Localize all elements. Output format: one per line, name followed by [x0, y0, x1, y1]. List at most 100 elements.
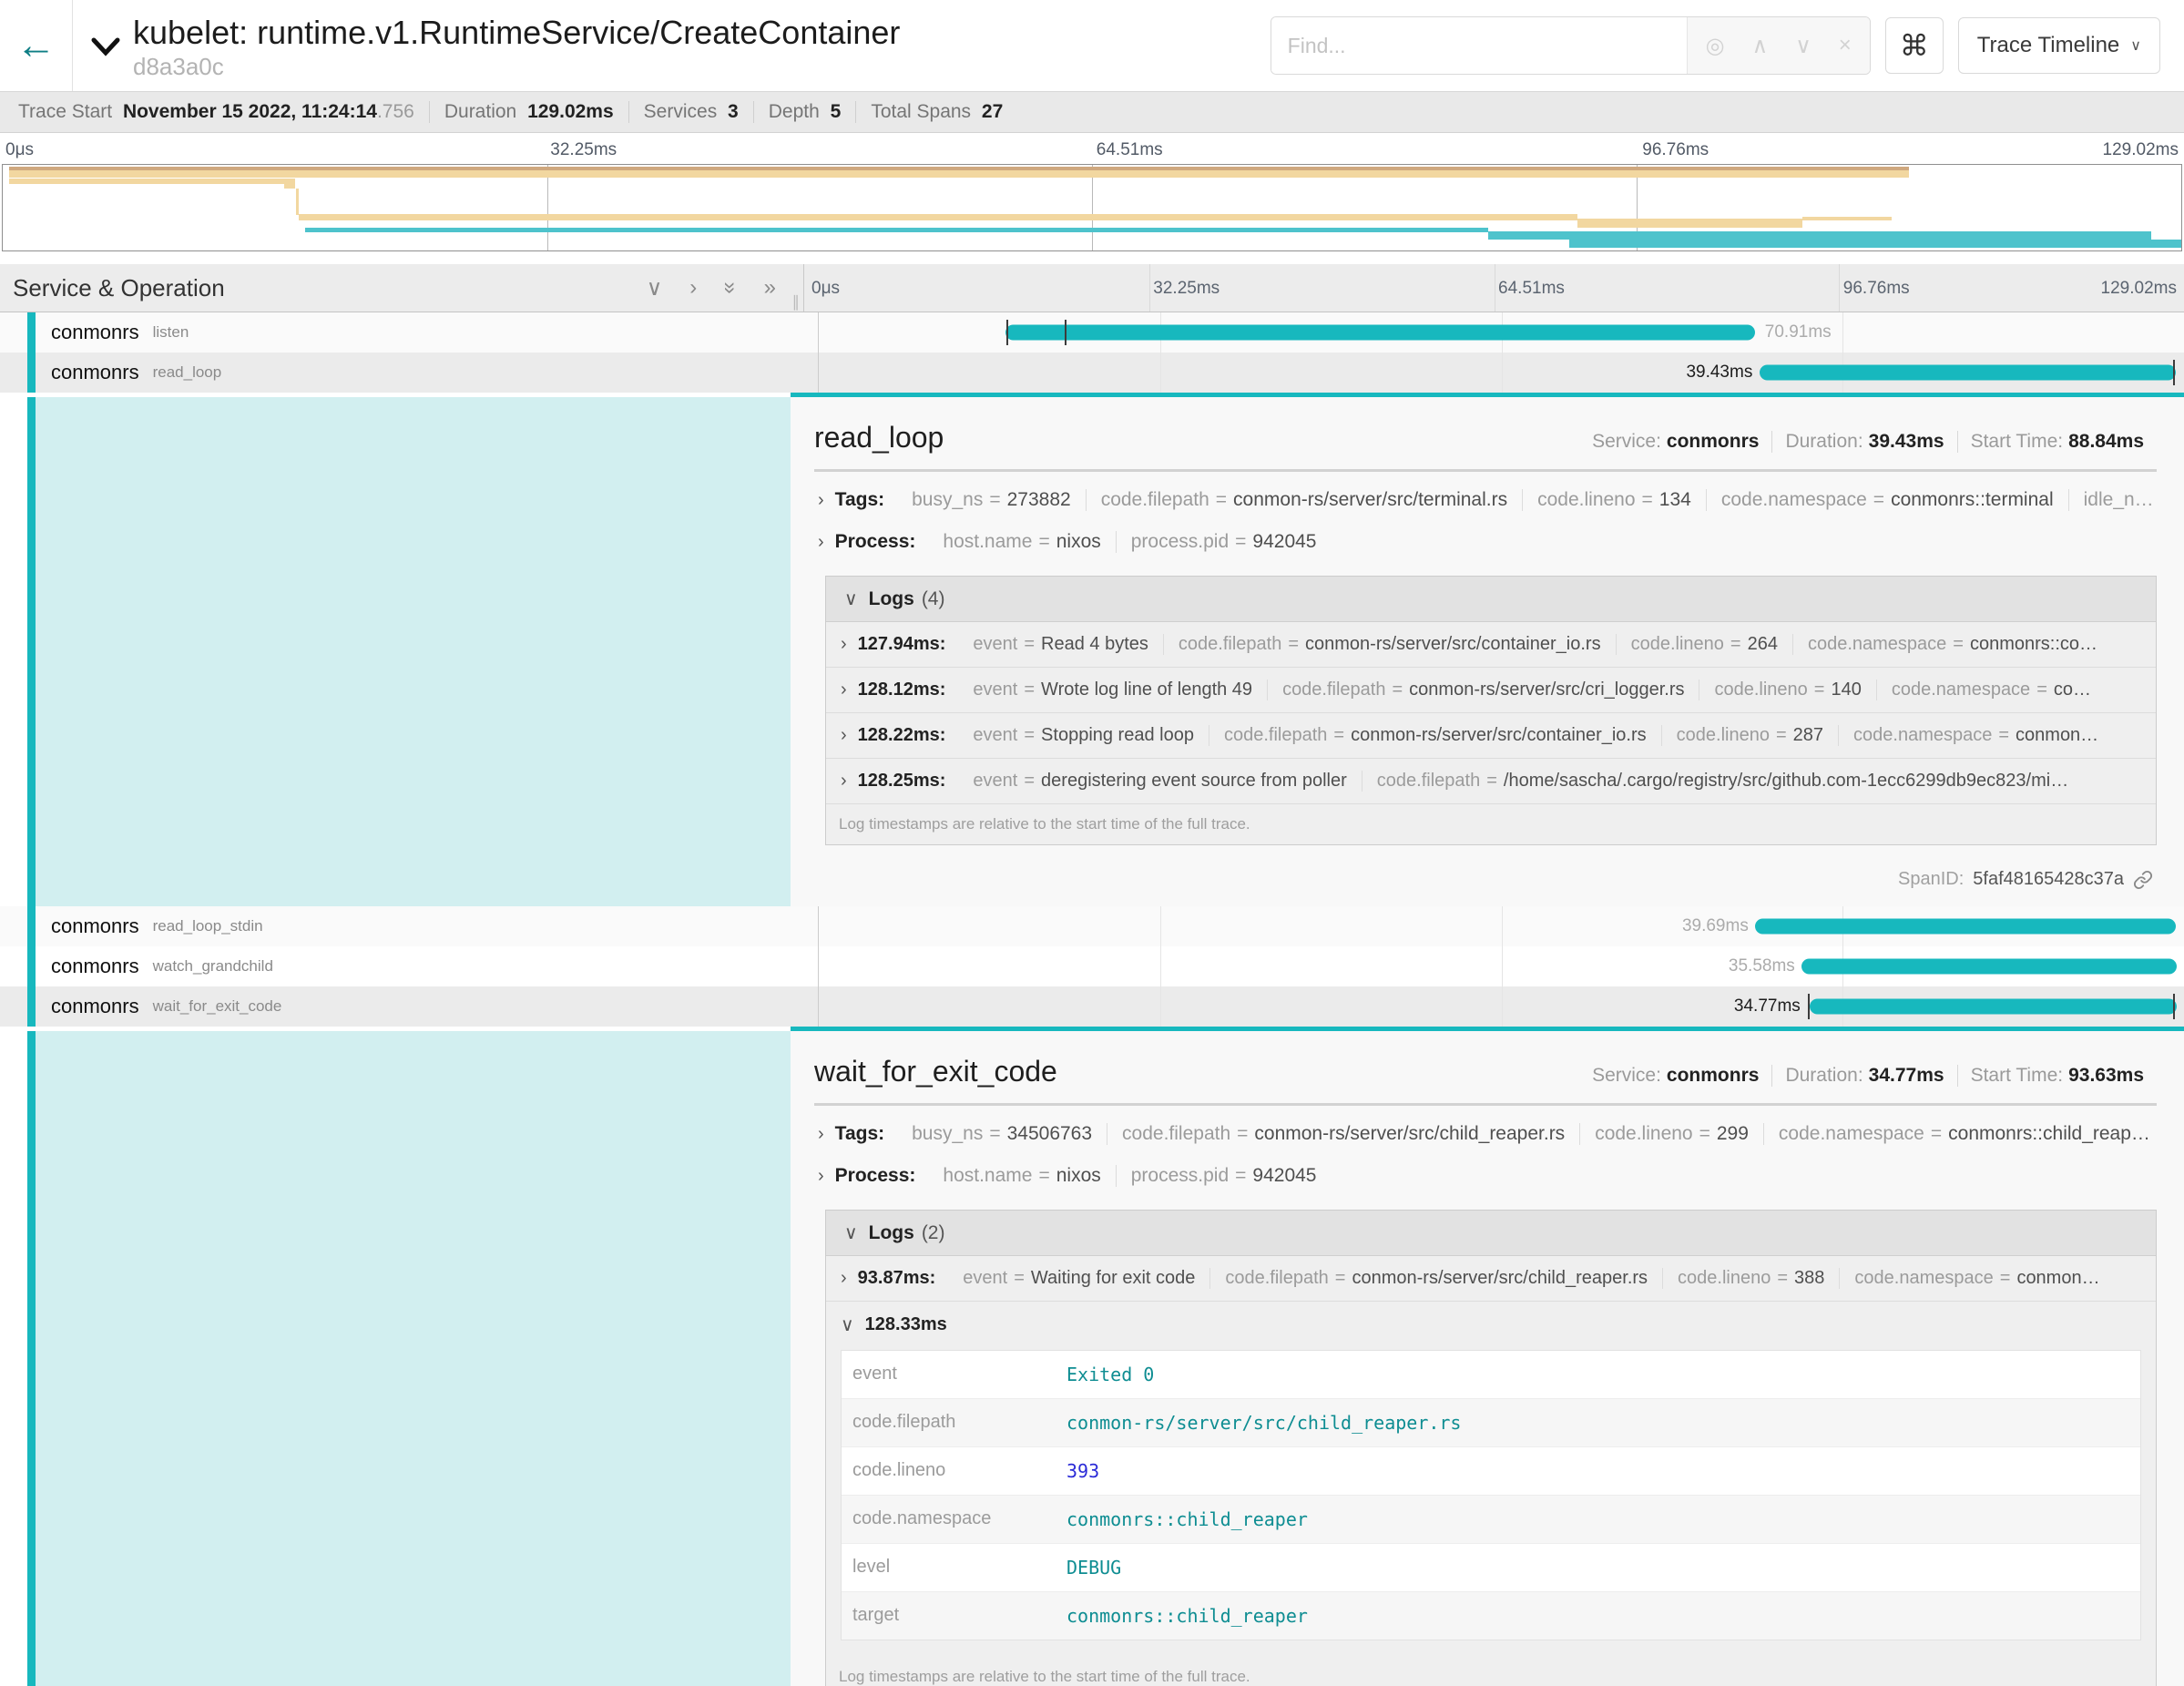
- start-time-value: 88.84ms: [2068, 431, 2144, 452]
- expand-one-icon[interactable]: ∨: [647, 275, 663, 301]
- equals: =: [1288, 634, 1299, 654]
- log-entry[interactable]: › 93.87ms: event=Waiting for exit code c…: [826, 1256, 2156, 1302]
- equals: =: [1333, 725, 1344, 745]
- equals: =: [1953, 634, 1964, 654]
- collapse-title-icon[interactable]: [91, 36, 120, 61]
- log-timestamp: 128.22ms:: [858, 725, 946, 746]
- tags-list: busy_ns=34506763 code.filepath=conmon-rs…: [897, 1123, 2157, 1145]
- tags-accordion[interactable]: › Tags: busy_ns=34506763 code.filepath=c…: [814, 1113, 2157, 1155]
- process-accordion[interactable]: › Process: host.name=nixos process.pid=9…: [814, 521, 2157, 563]
- minimap-span-bar: [1577, 219, 1801, 228]
- span-bar[interactable]: [1005, 325, 1755, 341]
- log-timestamp: 128.33ms: [865, 1314, 947, 1335]
- view-selector-label: Trace Timeline: [1977, 33, 2120, 58]
- log-entry[interactable]: › 128.12ms: event=Wrote log line of leng…: [826, 668, 2156, 713]
- prev-result-icon[interactable]: ∧: [1752, 33, 1769, 59]
- collapse-all-icon[interactable]: »: [764, 275, 776, 301]
- back-button[interactable]: ←: [0, 0, 73, 91]
- log-entry-expanded-header[interactable]: ∨ 128.33ms: [826, 1302, 2156, 1348]
- service-name: conmonrs: [51, 995, 139, 1018]
- span-bar[interactable]: [1810, 999, 2177, 1015]
- span-timeline-cell[interactable]: 34.77ms: [818, 986, 2184, 1027]
- tags-list: busy_ns=273882 code.filepath=conmon-rs/s…: [897, 489, 2157, 511]
- span-name-cell[interactable]: conmonrs read_loop_stdin: [0, 906, 818, 946]
- trace-view-selector[interactable]: Trace Timeline ∨: [1958, 17, 2160, 74]
- process-value: 942045: [1252, 1165, 1316, 1186]
- timeline-minimap[interactable]: [2, 164, 2182, 251]
- detail-divider: [814, 1103, 2157, 1106]
- span-row-read-loop-stdin[interactable]: conmonrs read_loop_stdin 39.69ms: [0, 906, 2184, 946]
- log-field-row: code.lineno393: [842, 1447, 2140, 1496]
- log-key: code.filepath: [1225, 1268, 1328, 1288]
- find-buttons: ◎ ∧ ∨ ×: [1687, 17, 1870, 74]
- process-label: Process:: [835, 531, 916, 553]
- row-gridline: [1160, 906, 1161, 946]
- span-timeline-cell[interactable]: 70.91ms: [818, 312, 2184, 353]
- span-name-cell[interactable]: conmonrs listen: [0, 312, 818, 353]
- minimap-span-bar: [299, 214, 1577, 220]
- log-marker: [1065, 320, 1066, 345]
- tag-key-truncated: idle_n…: [2084, 489, 2154, 510]
- trace-start-value: November 15 2022, 11:24:14: [123, 101, 377, 122]
- span-row-wait-for-exit-code[interactable]: conmonrs wait_for_exit_code 34.77ms: [0, 986, 2184, 1027]
- process-value: nixos: [1056, 1165, 1101, 1186]
- log-value: 287: [1793, 725, 1823, 745]
- minimap-tick-3: 96.76ms: [1642, 140, 1709, 160]
- span-name-cell[interactable]: conmonrs watch_grandchild: [0, 946, 818, 986]
- span-name-cell[interactable]: conmonrs wait_for_exit_code: [0, 986, 818, 1027]
- log-entry[interactable]: › 128.25ms: event=deregistering event so…: [826, 759, 2156, 804]
- span-bar[interactable]: [1755, 919, 2176, 935]
- find-input[interactable]: [1271, 17, 1687, 74]
- tag-key: code.namespace: [1721, 489, 1867, 510]
- process-accordion[interactable]: › Process: host.name=nixos process.pid=9…: [814, 1155, 2157, 1197]
- span-duration-label: 35.58ms: [1729, 956, 1795, 976]
- span-bar[interactable]: [1801, 959, 2177, 975]
- logs-section: ∨ Logs (4) › 127.94ms: event=Read 4 byte…: [825, 576, 2157, 845]
- locate-icon[interactable]: ◎: [1706, 33, 1725, 59]
- span-row-read-loop[interactable]: conmonrs read_loop 39.43ms: [0, 353, 2184, 393]
- column-resize-grip[interactable]: ∥: [792, 293, 801, 312]
- tags-accordion[interactable]: › Tags: busy_ns=273882 code.filepath=con…: [814, 479, 2157, 521]
- span-timeline-cell[interactable]: 39.43ms: [818, 353, 2184, 393]
- equals: =: [1237, 1123, 1248, 1144]
- field-key: code.lineno: [842, 1447, 1059, 1495]
- span-timeline-cell[interactable]: 39.69ms: [818, 906, 2184, 946]
- log-key: event: [973, 771, 1017, 791]
- log-entry[interactable]: › 127.94ms: event=Read 4 bytes code.file…: [826, 622, 2156, 668]
- duration-value: 129.02ms: [527, 101, 614, 122]
- detail-indent-strip: [0, 397, 791, 906]
- next-result-icon[interactable]: ∨: [1795, 33, 1811, 59]
- log-value: deregistering event source from poller: [1041, 771, 1347, 791]
- expand-all-icon[interactable]: »: [718, 281, 743, 293]
- logs-accordion-header[interactable]: ∨ Logs (4): [826, 577, 2156, 622]
- trace-start: Trace Start November 15 2022, 11:24:14.7…: [4, 101, 429, 123]
- log-timestamp: 128.12ms:: [858, 680, 946, 700]
- span-bar[interactable]: [1760, 365, 2176, 381]
- clear-search-icon[interactable]: ×: [1839, 33, 1852, 58]
- total-spans-value: 27: [982, 101, 1003, 122]
- trace-start-fraction: .756: [377, 101, 414, 122]
- tag-value: conmon-rs/server/src/terminal.rs: [1233, 489, 1507, 510]
- keyboard-shortcuts-button[interactable]: ⌘: [1885, 17, 1944, 74]
- deep-link-icon[interactable]: [2133, 870, 2153, 890]
- tag-key: code.filepath: [1122, 1123, 1230, 1144]
- collapse-one-icon[interactable]: ›: [689, 275, 697, 301]
- span-row-listen[interactable]: conmonrs listen 70.91ms: [0, 312, 2184, 353]
- log-entry[interactable]: › 128.22ms: event=Stopping read loop cod…: [826, 713, 2156, 759]
- span-row-watch-grandchild[interactable]: conmonrs watch_grandchild 35.58ms: [0, 946, 2184, 986]
- chevron-right-icon: ›: [841, 725, 847, 746]
- find-group: ◎ ∧ ∨ ×: [1271, 16, 1871, 75]
- process-value: 942045: [1252, 531, 1316, 552]
- log-fields-table: eventExited 0 code.filepathconmon-rs/ser…: [841, 1350, 2141, 1640]
- log-key: code.namespace: [1854, 1268, 1993, 1288]
- span-name-cell[interactable]: conmonrs read_loop: [0, 353, 818, 393]
- equals: =: [1699, 1123, 1710, 1144]
- equals: =: [1024, 680, 1035, 700]
- span-timeline-cell[interactable]: 35.58ms: [818, 946, 2184, 986]
- equals: =: [1642, 489, 1653, 510]
- chevron-right-icon: ›: [841, 771, 847, 792]
- logs-accordion-header[interactable]: ∨ Logs (2): [826, 1211, 2156, 1256]
- log-key: code.filepath: [1282, 680, 1385, 700]
- service-color-bar: [27, 1031, 36, 1686]
- log-timestamp: 128.25ms:: [858, 771, 946, 792]
